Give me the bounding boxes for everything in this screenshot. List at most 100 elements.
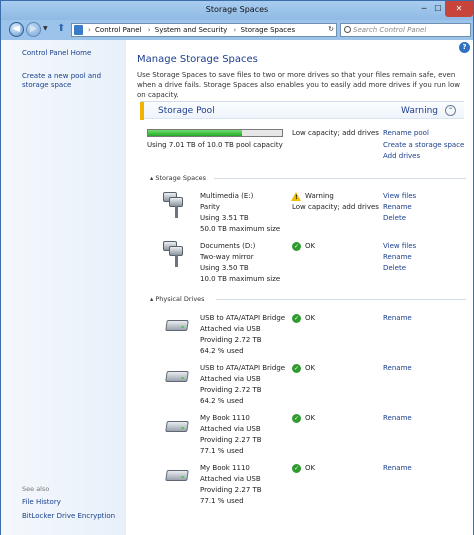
storage-spaces-heading[interactable]: ▴ Storage Spaces xyxy=(150,174,206,182)
rename-drive-link[interactable]: Rename xyxy=(383,414,412,423)
create-pool-link[interactable]: Create a new pool and storage space xyxy=(22,72,122,90)
breadcrumb-system-and-security[interactable]: System and Security xyxy=(155,26,227,34)
pool-title: Storage Pool xyxy=(158,106,215,116)
recent-pages-dropdown-icon[interactable]: ▼ xyxy=(43,25,48,32)
file-history-link[interactable]: File History xyxy=(22,498,122,507)
page-title: Manage Storage Spaces xyxy=(137,54,258,65)
rename-drive-link[interactable]: Rename xyxy=(383,314,412,323)
rename-space-link[interactable]: Rename xyxy=(383,203,412,212)
section-divider xyxy=(214,178,466,179)
up-arrow-icon[interactable]: ⬆ xyxy=(57,23,65,34)
bitlocker-link[interactable]: BitLocker Drive Encryption xyxy=(22,512,122,521)
breadcrumb-chevron-icon[interactable]: › xyxy=(148,26,151,34)
drive-name: USB to ATA/ATAPI Bridge xyxy=(200,364,286,372)
hard-drive-icon xyxy=(165,366,189,384)
search-input[interactable]: Search Control Panel xyxy=(353,26,426,34)
content-area: Control Panel Home Create a new pool and… xyxy=(1,40,473,535)
drive-name: USB to ATA/ATAPI Bridge xyxy=(200,314,286,322)
drive-connection: Attached via USB xyxy=(200,325,261,333)
physical-drives-heading-label: Physical Drives xyxy=(155,295,205,303)
capacity-bar xyxy=(147,129,283,137)
space-name: Multimedia (E:) xyxy=(200,192,254,200)
hard-drive-icon xyxy=(165,315,189,333)
drive-status: OK xyxy=(305,314,316,322)
window-title: Storage Spaces xyxy=(205,5,269,14)
ok-check-icon: ✓ xyxy=(292,464,301,473)
rename-drive-link[interactable]: Rename xyxy=(383,464,412,473)
drive-name: My Book 1110 xyxy=(200,464,250,472)
drive-status: OK xyxy=(305,364,316,372)
drive-capacity: Providing 2.72 TB xyxy=(200,386,262,394)
create-storage-space-link[interactable]: Create a storage space xyxy=(383,141,464,150)
close-button[interactable]: ✕ xyxy=(445,1,473,17)
view-files-link[interactable]: View files xyxy=(383,242,416,251)
page-description: Use Storage Spaces to save files to two … xyxy=(137,71,460,99)
control-panel-icon xyxy=(74,25,83,35)
back-button[interactable]: ◀ xyxy=(9,22,24,37)
drive-status: OK xyxy=(305,414,316,422)
storage-space-icon xyxy=(163,241,187,269)
physical-drives-heading[interactable]: ▴ Physical Drives xyxy=(150,295,205,303)
space-layout: Two-way mirror xyxy=(200,253,254,261)
section-divider xyxy=(216,299,466,300)
space-usage: Using 3.51 TB xyxy=(200,214,249,222)
help-icon[interactable]: ? xyxy=(459,42,470,53)
drive-used: 77.1 % used xyxy=(200,497,244,505)
forward-button[interactable]: ▶ xyxy=(26,22,41,37)
space-status: OK xyxy=(305,242,316,250)
main-pane: ? Manage Storage Spaces Use Storage Spac… xyxy=(126,40,473,535)
collapse-chevron-icon[interactable]: ⌃ xyxy=(445,105,456,116)
space-layout: Parity xyxy=(200,203,220,211)
maximize-button[interactable]: ☐ xyxy=(431,1,445,17)
capacity-text: Using 7.01 TB of 10.0 TB pool capacity xyxy=(147,141,283,149)
drive-used: 64.2 % used xyxy=(200,397,244,405)
space-max-size: 50.0 TB maximum size xyxy=(200,225,281,233)
hard-drive-icon xyxy=(165,465,189,483)
rename-drive-link[interactable]: Rename xyxy=(383,364,412,373)
space-max-size: 10.0 TB maximum size xyxy=(200,275,281,283)
pool-alert: Low capacity; add drives xyxy=(292,129,379,137)
rename-space-link[interactable]: Rename xyxy=(383,253,412,262)
drive-used: 64.2 % used xyxy=(200,347,244,355)
storage-pool-header[interactable]: Storage Pool Warning ⌃ xyxy=(140,101,464,120)
minimize-button[interactable]: ─ xyxy=(417,1,431,17)
search-icon xyxy=(344,26,351,33)
view-files-link[interactable]: View files xyxy=(383,192,416,201)
left-pane: Control Panel Home Create a new pool and… xyxy=(1,40,126,535)
storage-spaces-window: Storage Spaces ─ ☐ ✕ ◀ ▶ ▼ ⬆ › Control P… xyxy=(0,0,474,535)
space-usage: Using 3.50 TB xyxy=(200,264,249,272)
search-box[interactable]: Search Control Panel xyxy=(340,23,471,37)
drive-connection: Attached via USB xyxy=(200,475,261,483)
collapse-arrow-icon: ▴ xyxy=(150,174,154,182)
breadcrumb-chevron-icon[interactable]: › xyxy=(233,26,236,34)
storage-space-icon xyxy=(163,192,187,220)
drive-connection: Attached via USB xyxy=(200,375,261,383)
drive-name: My Book 1110 xyxy=(200,414,250,422)
space-status-detail: Low capacity; add drives xyxy=(292,203,379,211)
warning-mark: ! xyxy=(295,194,298,201)
refresh-icon[interactable]: ↻ xyxy=(328,25,334,33)
address-bar[interactable]: › Control Panel › System and Security › … xyxy=(71,23,337,37)
delete-space-link[interactable]: Delete xyxy=(383,214,406,223)
delete-space-link[interactable]: Delete xyxy=(383,264,406,273)
control-panel-home-link[interactable]: Control Panel Home xyxy=(22,49,122,58)
drive-used: 77.1 % used xyxy=(200,447,244,455)
storage-spaces-heading-label: Storage Spaces xyxy=(155,174,207,182)
add-drives-link[interactable]: Add drives xyxy=(383,152,420,161)
breadcrumb: › Control Panel › System and Security › … xyxy=(86,26,297,34)
breadcrumb-storage-spaces[interactable]: Storage Spaces xyxy=(241,26,296,34)
breadcrumb-control-panel[interactable]: Control Panel xyxy=(95,26,141,34)
collapse-arrow-icon: ▴ xyxy=(150,295,154,303)
space-name: Documents (D:) xyxy=(200,242,256,250)
drive-capacity: Providing 2.27 TB xyxy=(200,486,262,494)
drive-status: OK xyxy=(305,464,316,472)
drive-capacity: Providing 2.72 TB xyxy=(200,336,262,344)
warning-accent-bar xyxy=(140,102,144,120)
rename-pool-link[interactable]: Rename pool xyxy=(383,129,429,138)
see-also-label: See also xyxy=(22,485,50,493)
ok-check-icon: ✓ xyxy=(292,242,301,251)
ok-check-icon: ✓ xyxy=(292,314,301,323)
title-bar[interactable]: Storage Spaces ─ ☐ ✕ xyxy=(1,1,473,20)
pool-status: Warning xyxy=(401,106,439,116)
breadcrumb-chevron-icon: › xyxy=(88,26,91,34)
